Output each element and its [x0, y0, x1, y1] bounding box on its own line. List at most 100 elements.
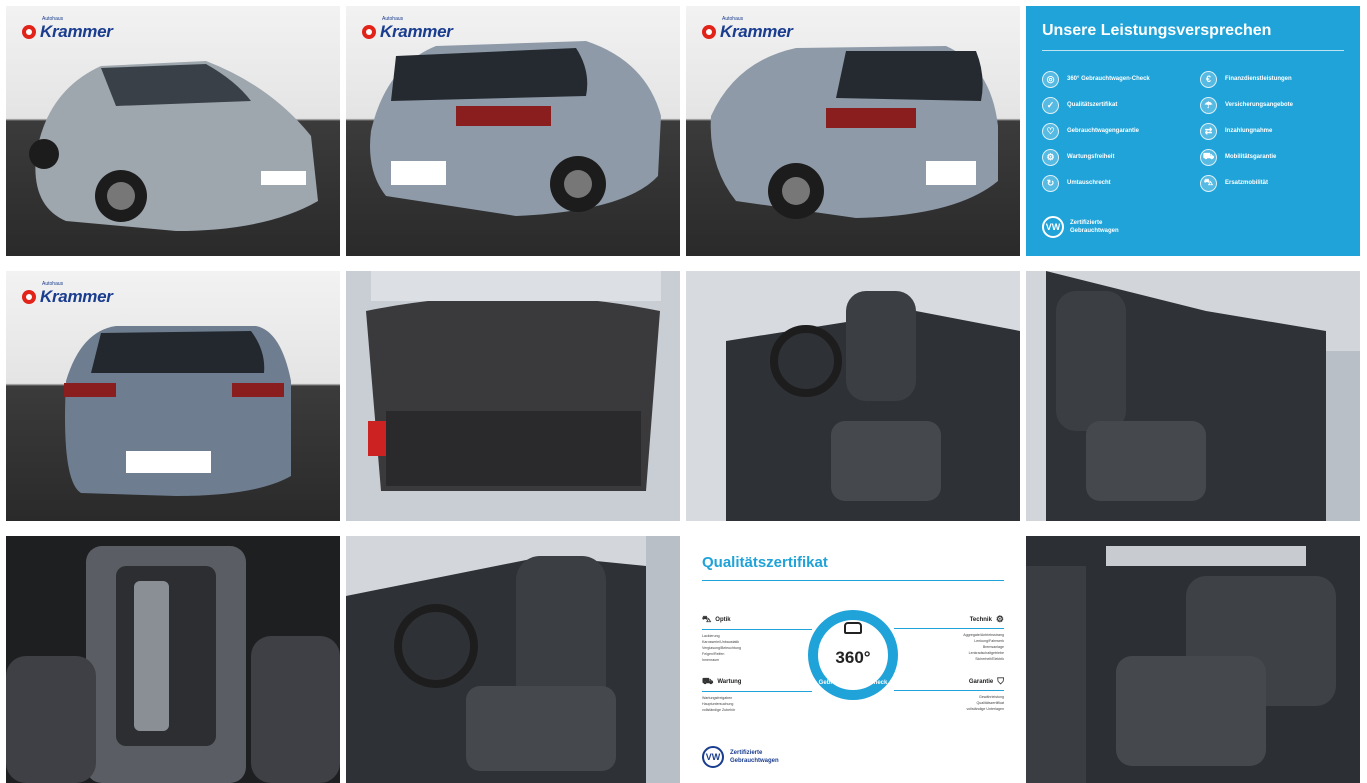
service-promise-panel[interactable]: Unsere Leistungsversprechen ◎ 360° Gebrau… — [1026, 6, 1360, 256]
warranty-icon: ♡ — [1042, 122, 1059, 140]
promise-item: ⛍ Ersatzmobilität — [1200, 174, 1348, 192]
gallery-photo-driver-seat[interactable] — [1026, 271, 1360, 521]
car-rear-image — [6, 271, 340, 521]
section-list: Gewährleistung Qualitätszertifikat volls… — [894, 694, 1004, 712]
section-list: Wartungsfreigaben Hauptuntersuchung voll… — [702, 695, 812, 713]
car-rear-left-image — [686, 6, 1020, 256]
krammer-logo: Autohaus Krammer — [362, 16, 453, 42]
promise-list: ◎ 360° Gebrauchtwagen-Check € Finanzdienst… — [1042, 70, 1348, 192]
promise-item: ⛟ Mobilitätsgarantie — [1200, 148, 1348, 166]
360-check-badge: 360° Gebrauchtwagen-Check — [808, 610, 898, 700]
promise-item-label: 360° Gebrauchtwagen-Check — [1067, 76, 1150, 82]
section-title: Garantie — [968, 678, 994, 685]
gallery-photo-rear-left[interactable]: Autohaus Krammer — [686, 6, 1020, 256]
section-header: Garantie ⛉ — [894, 676, 1004, 691]
promise-item-label: Wartungsfreiheit — [1067, 154, 1115, 160]
trunk-interior-image — [346, 271, 680, 521]
service-truck-icon: ⛟ — [702, 676, 714, 686]
krammer-logo-mark — [22, 25, 36, 39]
krammer-tagline: Autohaus — [42, 16, 64, 22]
gallery-photo-center-console[interactable] — [6, 536, 340, 783]
promise-item: ☂ Versicherungsangebote — [1200, 96, 1348, 114]
promise-item: ◎ 360° Gebrauchtwagen-Check — [1042, 70, 1190, 88]
trade-in-icon: ⇄ — [1200, 122, 1217, 140]
vw-certified-badge: VW Zertifizierte Gebrauchtwagen — [1042, 216, 1119, 238]
certificate-divider — [702, 580, 1004, 581]
promise-item: ⇄ Inzahlungnahme — [1200, 122, 1348, 140]
gallery-photo-front-seats[interactable] — [686, 271, 1020, 521]
promise-item-label: Umtauschrecht — [1067, 180, 1111, 186]
promise-item: ♡ Gebrauchtwagengarantie — [1042, 122, 1190, 140]
krammer-logo-mark — [362, 25, 376, 39]
krammer-logo-mark — [702, 25, 716, 39]
vw-certified-label: Zertifizierte Gebrauchtwagen — [730, 750, 779, 764]
section-title: Wartung — [717, 679, 742, 685]
vw-certified-label: Zertifizierte Gebrauchtwagen — [1070, 220, 1119, 234]
gallery-photo-rear-right[interactable]: Autohaus Krammer — [346, 6, 680, 256]
gallery-photo-front-seats-passenger[interactable] — [346, 536, 680, 783]
section-header: ⛍ Optik — [702, 614, 812, 630]
krammer-logo: Autohaus Krammer — [702, 16, 793, 42]
promise-item-label: Mobilitätsgarantie — [1225, 154, 1277, 160]
car-rear-right-image — [346, 6, 680, 256]
promise-item-label: Gebrauchtwagengarantie — [1067, 128, 1140, 134]
gallery-photo-trunk[interactable] — [346, 271, 680, 521]
360-check-icon: ◎ — [1042, 70, 1059, 88]
front-seats-side-image — [346, 536, 680, 783]
krammer-wordmark: Krammer — [40, 22, 113, 41]
finance-icon: € — [1200, 70, 1217, 88]
badge-label: Gebrauchtwagen-Check — [818, 680, 888, 686]
section-title: Technik — [969, 616, 992, 623]
krammer-wordmark: Krammer — [40, 287, 113, 306]
gallery-photo-rear-seats[interactable] — [1026, 536, 1360, 783]
gallery-photo-front-left[interactable]: Autohaus Krammer — [6, 6, 340, 256]
certificate-section-wartung: ⛟ Wartung Wartungsfreigaben Hauptuntersuc… — [702, 676, 812, 713]
krammer-tagline: Autohaus — [42, 281, 64, 287]
section-title: Optik — [715, 617, 731, 623]
car-front-left-image — [6, 6, 340, 256]
mobility-icon: ⛟ — [1200, 148, 1217, 166]
certificate-title: Qualitätszertifikat — [702, 554, 828, 571]
section-line: vollständige Zubehör — [702, 708, 736, 712]
service-icon: ⚙ — [1042, 148, 1059, 166]
quality-certificate-panel[interactable]: Qualitätszertifikat 360° Gebrauchtwagen-… — [686, 536, 1020, 783]
car-body-icon: ⛍ — [702, 614, 712, 624]
krammer-logo: Autohaus Krammer — [22, 16, 113, 42]
gallery-photo-rear[interactable]: Autohaus Krammer — [6, 271, 340, 521]
promise-item-label: Versicherungsangebote — [1225, 102, 1294, 108]
vw-logo-icon: VW — [702, 746, 724, 768]
insurance-icon: ☂ — [1200, 96, 1217, 114]
promise-item-label: Inzahlungnahme — [1225, 128, 1273, 134]
replacement-car-icon: ⛍ — [1200, 174, 1217, 192]
certificate-section-garantie: Garantie ⛉ Gewährleistung Qualitätszertif… — [894, 676, 1004, 712]
section-header: ⛟ Wartung — [702, 676, 812, 692]
section-line: Innenraum — [702, 658, 720, 662]
section-line: Sicherheit/Elektrik — [975, 657, 1004, 661]
certificate-icon: ✓ — [1042, 96, 1059, 114]
krammer-logo: Autohaus Krammer — [22, 281, 113, 307]
krammer-logo-mark — [22, 290, 36, 304]
center-console-image — [6, 536, 340, 783]
car-icon — [844, 622, 862, 634]
krammer-tagline: Autohaus — [722, 16, 744, 22]
krammer-tagline: Autohaus — [382, 16, 404, 22]
section-line: vollständige Unterlagen — [966, 707, 1004, 711]
promise-item-label: Finanzdienstleistungen — [1225, 76, 1292, 82]
certificate-section-optik: ⛍ Optik Lackierung Karosserie/Unbaustatik… — [702, 614, 812, 663]
promise-item: ✓ Qualitätszertifikat — [1042, 96, 1190, 114]
promise-item: ↻ Umtauschrecht — [1042, 174, 1190, 192]
promise-divider — [1042, 50, 1344, 51]
photo-gallery-grid: Autohaus Krammer Autohaus Krammer Autoha… — [0, 0, 1367, 783]
engine-icon: ⚙ — [995, 614, 1004, 624]
promise-item-label: Ersatzmobilität — [1225, 180, 1269, 186]
exchange-icon: ↻ — [1042, 174, 1059, 192]
krammer-wordmark: Krammer — [720, 22, 793, 41]
promise-item-label: Qualitätszertifikat — [1067, 102, 1118, 108]
driver-seat-image — [1026, 271, 1360, 521]
certificate-section-technik: Technik ⚙ Aggregate/Antriebsstrang Lenkun… — [894, 614, 1004, 662]
front-seats-image — [686, 271, 1020, 521]
promise-item: ⚙ Wartungsfreiheit — [1042, 148, 1190, 166]
vw-logo-icon: VW — [1042, 216, 1064, 238]
section-list: Aggregate/Antriebsstrang Lenkung/Fahrwer… — [894, 632, 1004, 662]
rear-seats-image — [1026, 536, 1360, 783]
